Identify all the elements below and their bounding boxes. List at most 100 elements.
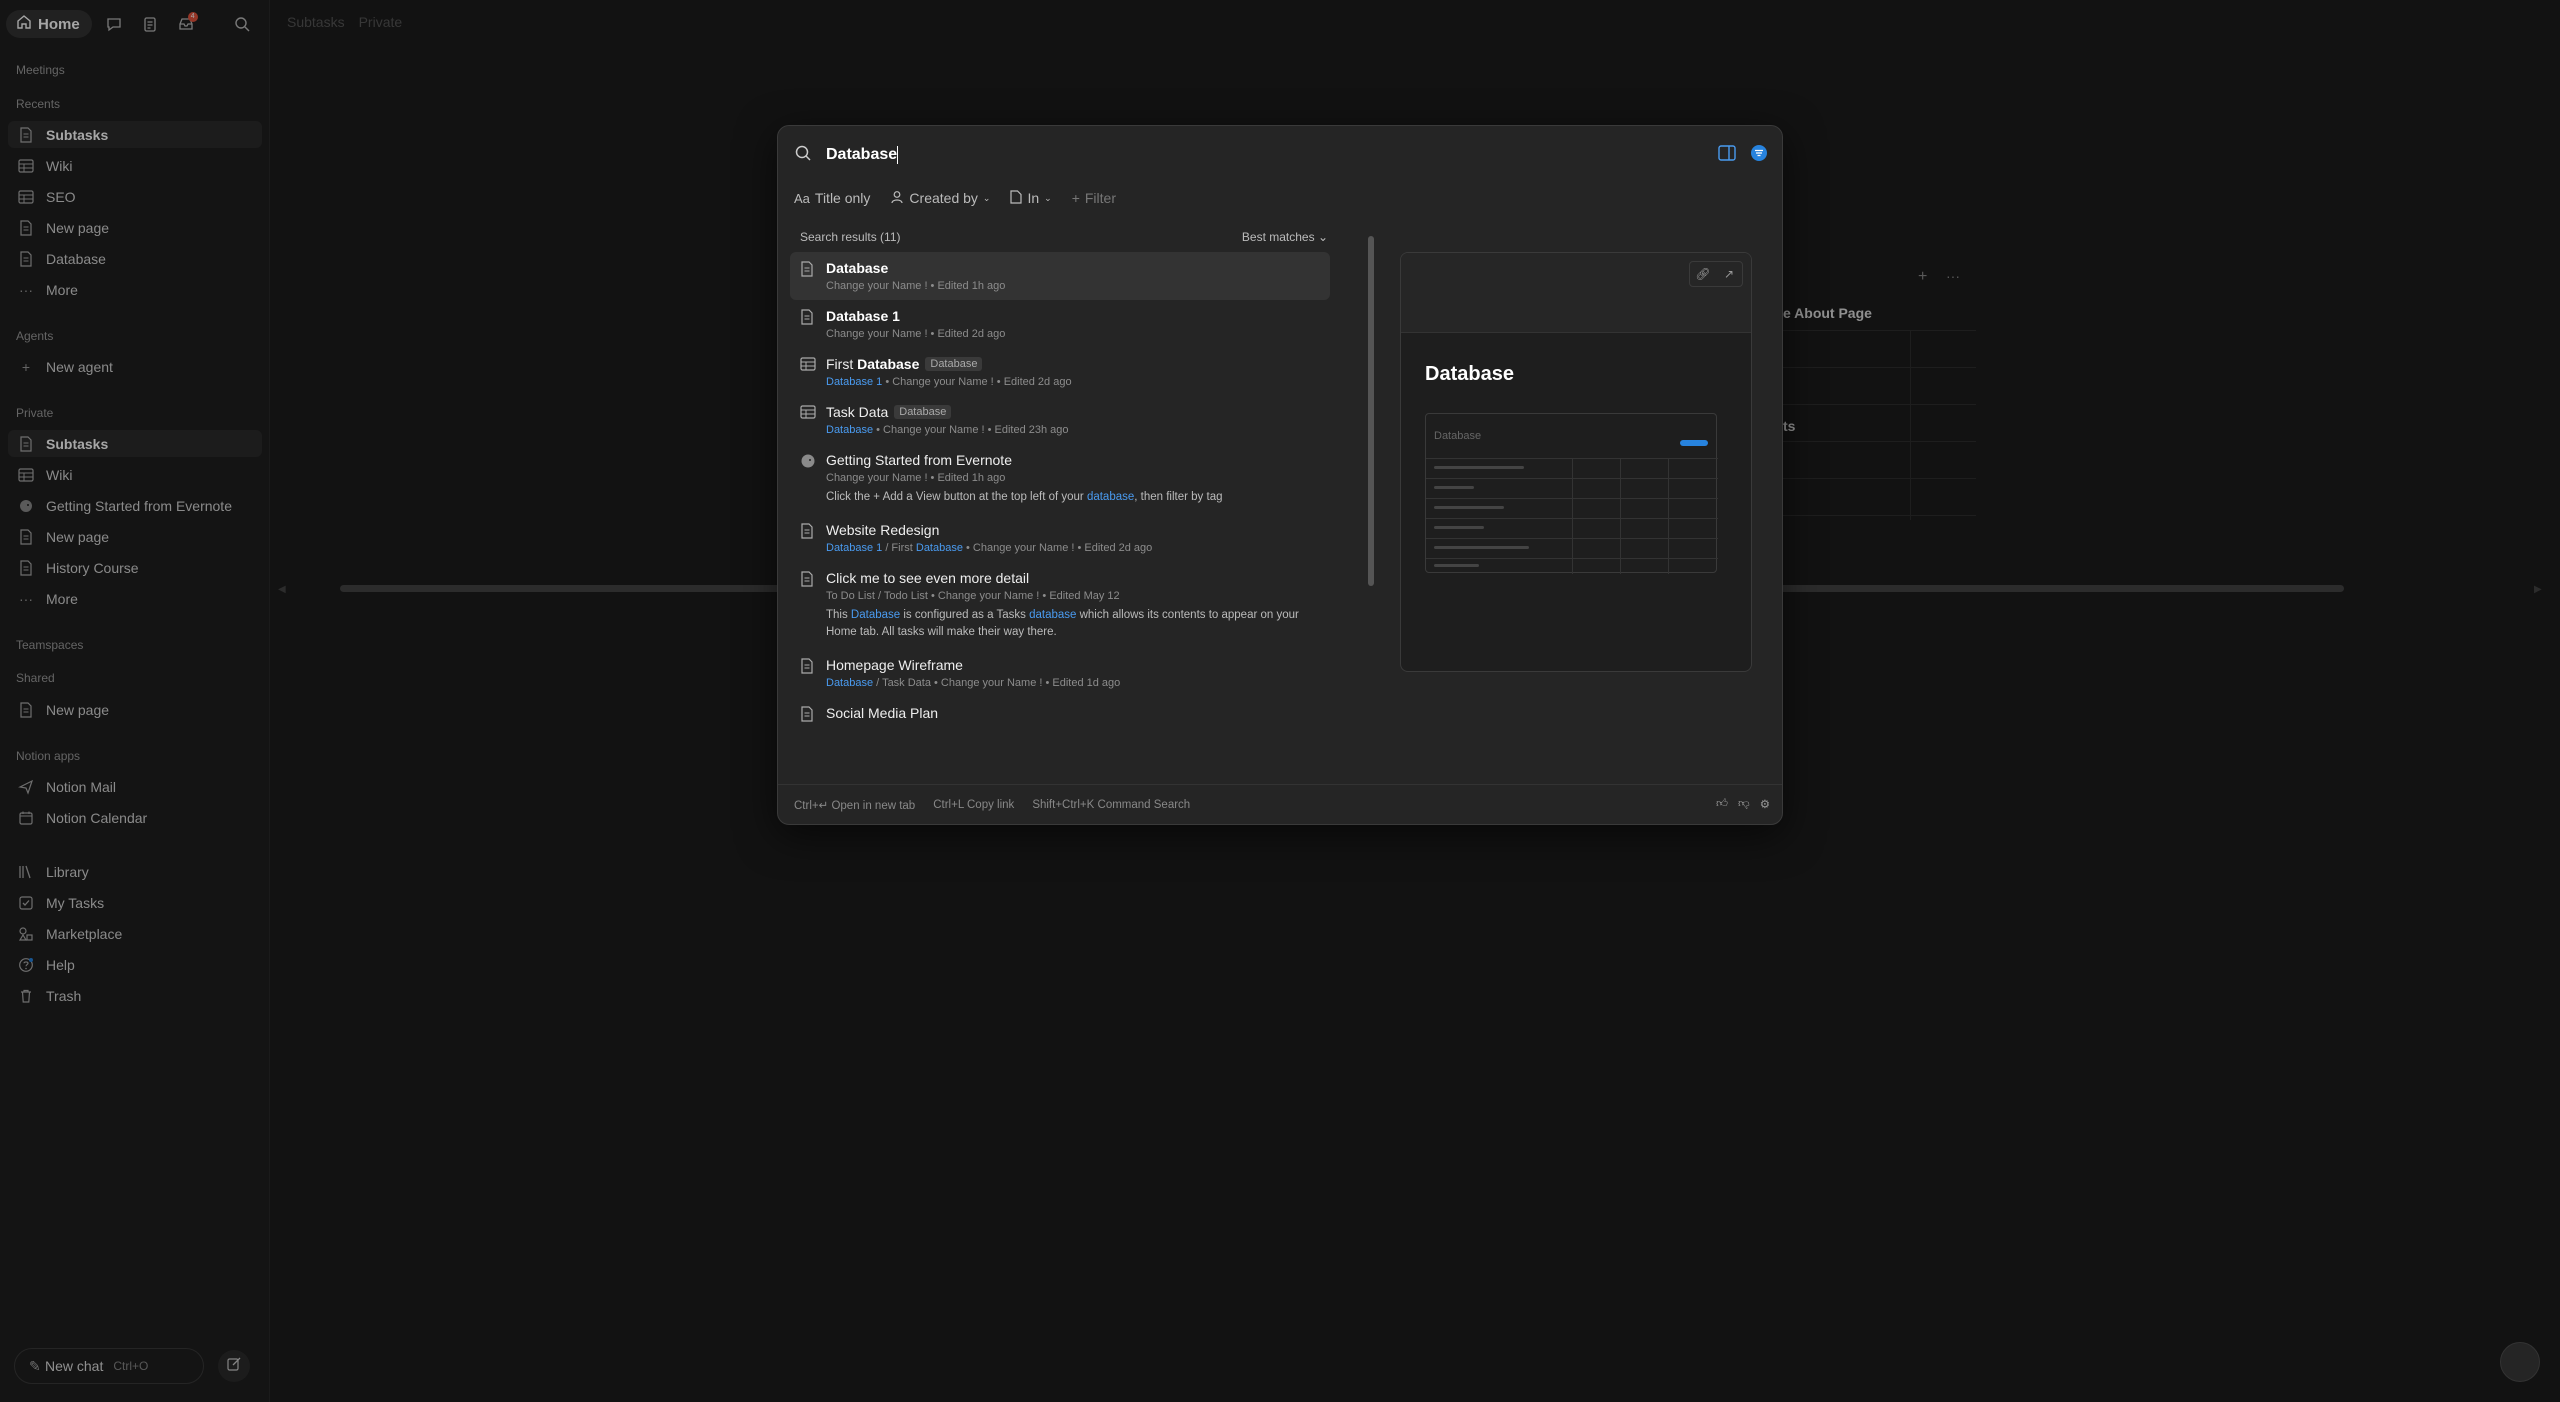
page-icon: [800, 571, 816, 587]
preview-title: Database: [1425, 363, 1514, 385]
filter-label: Title only: [814, 190, 871, 206]
footer-label: Open in new tab: [831, 799, 916, 812]
preview-thumbnail: Database: [1425, 413, 1718, 574]
filter-in[interactable]: In ⌄: [1010, 189, 1052, 207]
result-meta: Change your Name ! • Edited 2d ago: [826, 328, 1006, 340]
result-title-text: Homepage Wireframe: [826, 657, 963, 673]
results-list: Database Change your Name ! • Edited 1h …: [790, 252, 1330, 780]
footer-hint: Ctrl+↵ Open in new tab: [794, 798, 915, 812]
snippet-text: Click the + Add a View button at the top…: [826, 491, 1087, 503]
result-meta-link[interactable]: Database 1: [826, 542, 882, 554]
side-panel-icon[interactable]: [1718, 145, 1736, 166]
result-meta-link[interactable]: Database 1: [826, 376, 882, 388]
result-title-text: Getting Started from Evernote: [826, 452, 1012, 468]
page-icon: [800, 523, 816, 539]
result-meta: Database 1 • Change your Name ! • Edited…: [826, 376, 1320, 388]
result-meta: Database / Task Data • Change your Name …: [826, 677, 1320, 689]
thumbs-up-icon[interactable]: 👍︎: [1716, 797, 1728, 811]
thumbs-down-icon[interactable]: 👎︎: [1738, 797, 1750, 811]
preview-card[interactable]: 🔗︎ ↗ Database Database: [1400, 252, 1752, 672]
result-meta-text: • Change your Name ! • Edited 2d ago: [882, 376, 1072, 388]
result-meta-link[interactable]: Database: [826, 677, 873, 689]
result-meta-text: / First: [882, 542, 916, 554]
snippet-text: , then filter by tag: [1134, 491, 1223, 503]
result-tag: Database: [925, 357, 983, 371]
result-title: Getting Started from Evernote: [826, 452, 1320, 468]
mini-bar: [1434, 466, 1524, 469]
result-meta-link[interactable]: Database: [826, 424, 873, 436]
search-icon: [794, 144, 812, 167]
result-title-prefix: First: [826, 356, 858, 372]
feedback-actions: 👍︎ 👎︎ ⚙: [1716, 797, 1770, 811]
mini-col-line: [1620, 458, 1621, 574]
result-meta: Database 1 / First Database • Change you…: [826, 542, 1320, 554]
filter-created-by[interactable]: Created by ⌄: [890, 190, 990, 207]
result-item[interactable]: Homepage Wireframe Database / Task Data …: [790, 649, 1330, 697]
results-count: Search results (11): [800, 230, 901, 244]
filter-title-only[interactable]: Aa Title only: [794, 190, 870, 206]
sort-dropdown[interactable]: Best matches ⌄: [1242, 230, 1328, 244]
result-title: Social Media Plan: [826, 705, 1320, 721]
page-icon: [800, 706, 816, 722]
search-filters: Aa Title only Created by ⌄ In ⌄ + Filter: [794, 186, 1116, 210]
mini-bar: [1434, 546, 1529, 549]
result-item[interactable]: Website Redesign Database 1 / First Data…: [790, 514, 1330, 562]
mini-bar: [1434, 564, 1479, 567]
result-item[interactable]: Getting Started from Evernote Change you…: [790, 444, 1330, 514]
mini-bar: [1434, 486, 1474, 489]
result-meta: To Do List / Todo List • Change your Nam…: [826, 590, 1120, 602]
footer-key: Ctrl+L: [933, 798, 964, 811]
open-external-icon[interactable]: ↗: [1716, 262, 1742, 286]
result-meta: Change your Name ! • Edited 1h ago: [826, 472, 1006, 484]
result-title-text: Click me to see even more detail: [826, 570, 1030, 586]
elephant-icon: [800, 453, 816, 469]
search-input[interactable]: Database: [826, 145, 899, 164]
results-header: Search results (11) Best matches ⌄: [800, 230, 1328, 244]
search-actions: [1718, 144, 1768, 167]
result-item[interactable]: Social Media Plan: [790, 697, 1330, 729]
results-scrollbar[interactable]: [1368, 226, 1374, 712]
mini-bar: [1434, 506, 1504, 509]
table-icon: [800, 405, 816, 421]
table-icon: [800, 357, 816, 373]
result-item[interactable]: First Database Database Database 1 • Chan…: [790, 348, 1330, 396]
mini-col-line: [1668, 458, 1669, 574]
footer-key: Ctrl+↵: [794, 799, 829, 812]
footer-hint: Ctrl+L Copy link: [933, 799, 1014, 811]
preview-cover: 🔗︎ ↗: [1401, 253, 1751, 333]
page-icon: [1010, 189, 1023, 207]
result-meta: Change your Name ! • Edited 1h ago: [826, 280, 1006, 292]
page-icon: [800, 309, 816, 325]
search-bar: Database: [794, 140, 1766, 170]
mini-bar: [1434, 526, 1484, 529]
result-item[interactable]: Database 1 Change your Name ! • Edited 2…: [790, 300, 1330, 348]
result-meta-link[interactable]: Database: [916, 542, 963, 554]
result-meta: Database • Change your Name ! • Edited 2…: [826, 424, 1320, 436]
result-title-text: Social Media Plan: [826, 705, 939, 721]
result-meta-text: • Change your Name ! • Edited 23h ago: [873, 424, 1069, 436]
result-item[interactable]: Database Change your Name ! • Edited 1h …: [790, 252, 1330, 300]
scrollbar-thumb[interactable]: [1368, 236, 1374, 586]
search-footer: Ctrl+↵ Open in new tab Ctrl+L Copy link …: [778, 784, 1782, 824]
preview-mini-label: Database: [1434, 430, 1482, 442]
result-item[interactable]: Click me to see even more detail To Do L…: [790, 562, 1330, 649]
footer-hint: Shift+Ctrl+K Command Search: [1032, 799, 1190, 811]
plus-icon: +: [1071, 190, 1080, 206]
filter-label: In: [1027, 190, 1040, 206]
filter-menu-icon[interactable]: [1750, 144, 1768, 167]
result-title: Website Redesign: [826, 522, 1320, 538]
result-title-text: Database 1: [826, 308, 900, 324]
result-title: Database 1: [826, 308, 1320, 324]
link-icon[interactable]: 🔗︎: [1690, 262, 1716, 286]
ai-assistant-button[interactable]: [2500, 1342, 2540, 1382]
text-case-icon: Aa: [794, 190, 810, 206]
add-filter-button[interactable]: + Filter: [1072, 190, 1116, 206]
result-meta-text: / Task Data • Change your Name ! • Edite…: [873, 677, 1121, 689]
chevron-down-icon: ⌄: [1044, 192, 1052, 203]
result-title-text: Database: [826, 260, 889, 276]
settings-icon[interactable]: ⚙: [1760, 797, 1770, 811]
result-item[interactable]: Task Data Database Database • Change your…: [790, 396, 1330, 444]
footer-label: Command Search: [1097, 798, 1191, 811]
snippet-text: is configured as a Tasks: [900, 609, 1030, 621]
result-title-text: Website Redesign: [826, 522, 940, 538]
